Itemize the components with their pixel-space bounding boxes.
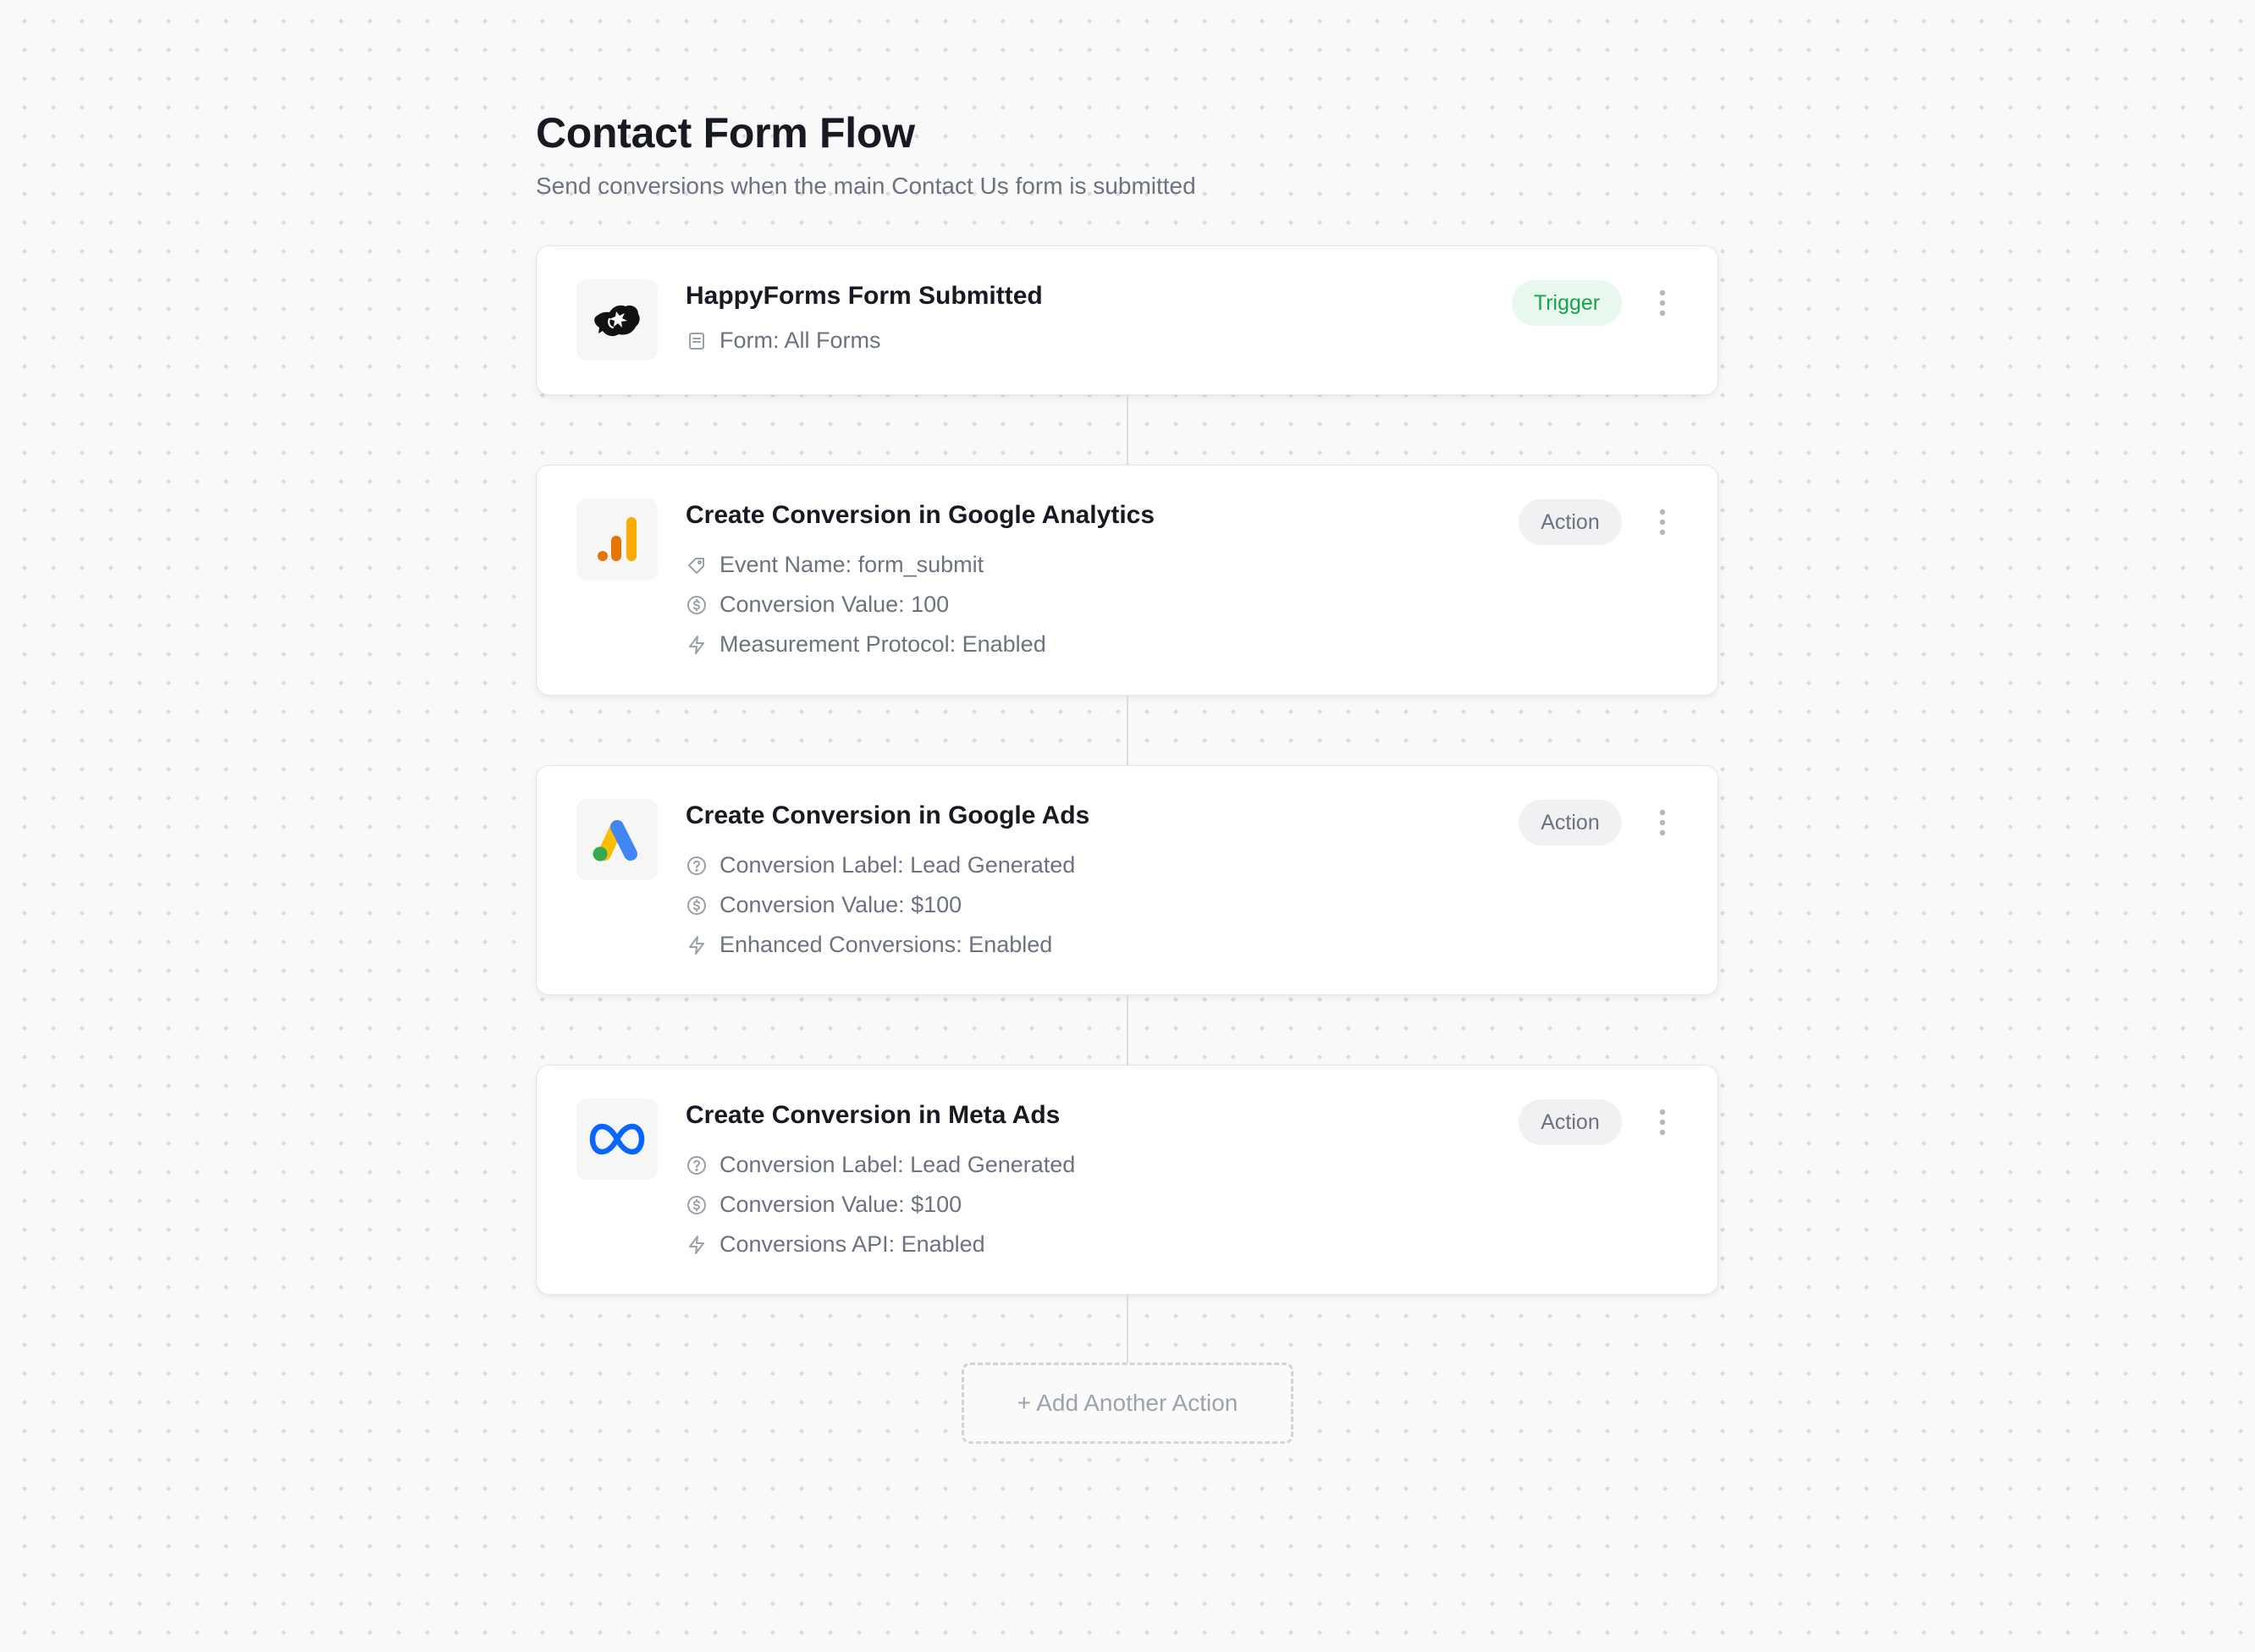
- help-circle-icon: [686, 1154, 708, 1176]
- detail-text: Enhanced Conversions: Enabled: [720, 932, 1053, 957]
- action-badge: Action: [1519, 1099, 1622, 1145]
- connector-line: [1127, 995, 1128, 1065]
- page-subtitle: Send conversions when the main Contact U…: [536, 173, 1196, 199]
- detail-row: Conversion Label: Lead Generated: [686, 1145, 1075, 1185]
- connector-line: [1127, 1295, 1128, 1363]
- action-details: Event Name: form_submit Conversion Value…: [686, 545, 1046, 664]
- detail-text: Event Name: form_submit: [720, 552, 984, 577]
- lightning-icon: [686, 1234, 708, 1256]
- action-card-meta-ads[interactable]: Create Conversion in Meta Ads Action Con…: [536, 1065, 1718, 1295]
- trigger-details: Form: All Forms: [686, 321, 881, 361]
- detail-row: Measurement Protocol: Enabled: [686, 625, 1046, 664]
- tag-icon: [686, 554, 708, 576]
- dollar-circle-icon: [686, 895, 708, 917]
- connector-line: [1127, 696, 1128, 765]
- dollar-circle-icon: [686, 1194, 708, 1216]
- detail-row: Conversion Value: $100: [686, 885, 1075, 925]
- action-details: Conversion Label: Lead Generated Convers…: [686, 1145, 1075, 1264]
- detail-row: Enhanced Conversions: Enabled: [686, 925, 1075, 965]
- document-icon: [686, 330, 708, 352]
- detail-text: Form: All Forms: [720, 328, 881, 353]
- more-options-icon[interactable]: [1650, 1103, 1675, 1142]
- action-card-google-ads[interactable]: Create Conversion in Google Ads Action C…: [536, 765, 1718, 995]
- more-options-icon[interactable]: [1650, 503, 1675, 542]
- action-title: Create Conversion in Meta Ads: [686, 1101, 1061, 1129]
- meta-logo-icon: [576, 1099, 658, 1180]
- action-badge: Action: [1519, 800, 1622, 845]
- lightning-icon: [686, 934, 708, 956]
- detail-row: Conversion Value: $100: [686, 1185, 1075, 1225]
- detail-row: Event Name: form_submit: [686, 545, 1046, 585]
- happyforms-logo-icon: [576, 279, 658, 361]
- dollar-circle-icon: [686, 594, 708, 616]
- action-title: Create Conversion in Google Ads: [686, 801, 1090, 829]
- detail-text: Conversions API: Enabled: [720, 1231, 985, 1257]
- action-details: Conversion Label: Lead Generated Convers…: [686, 845, 1075, 965]
- connector-line: [1127, 395, 1128, 465]
- trigger-title: HappyForms Form Submitted: [686, 282, 1043, 310]
- lightning-icon: [686, 634, 708, 656]
- detail-row: Conversions API: Enabled: [686, 1225, 1075, 1264]
- trigger-card[interactable]: HappyForms Form Submitted Trigger Form: …: [536, 245, 1718, 395]
- trigger-badge: Trigger: [1512, 280, 1622, 326]
- detail-text: Conversion Value: $100: [720, 892, 962, 917]
- help-circle-icon: [686, 855, 708, 877]
- google-analytics-logo-icon: [576, 498, 658, 580]
- action-title: Create Conversion in Google Analytics: [686, 501, 1155, 529]
- detail-text: Conversion Label: Lead Generated: [720, 852, 1076, 878]
- google-ads-logo-icon: [576, 799, 658, 880]
- detail-row: Conversion Label: Lead Generated: [686, 845, 1075, 885]
- add-another-action-button[interactable]: + Add Another Action: [962, 1363, 1293, 1444]
- action-card-google-analytics[interactable]: Create Conversion in Google Analytics Ac…: [536, 465, 1718, 696]
- detail-row: Conversion Value: 100: [686, 585, 1046, 625]
- detail-text: Conversion Value: $100: [720, 1192, 962, 1217]
- detail-text: Measurement Protocol: Enabled: [720, 631, 1046, 657]
- detail-text: Conversion Value: 100: [720, 592, 950, 617]
- more-options-icon[interactable]: [1650, 284, 1675, 322]
- more-options-icon[interactable]: [1650, 803, 1675, 842]
- detail-text: Conversion Label: Lead Generated: [720, 1152, 1076, 1177]
- action-badge: Action: [1519, 499, 1622, 545]
- page-title: Contact Form Flow: [536, 109, 915, 157]
- detail-row: Form: All Forms: [686, 321, 881, 361]
